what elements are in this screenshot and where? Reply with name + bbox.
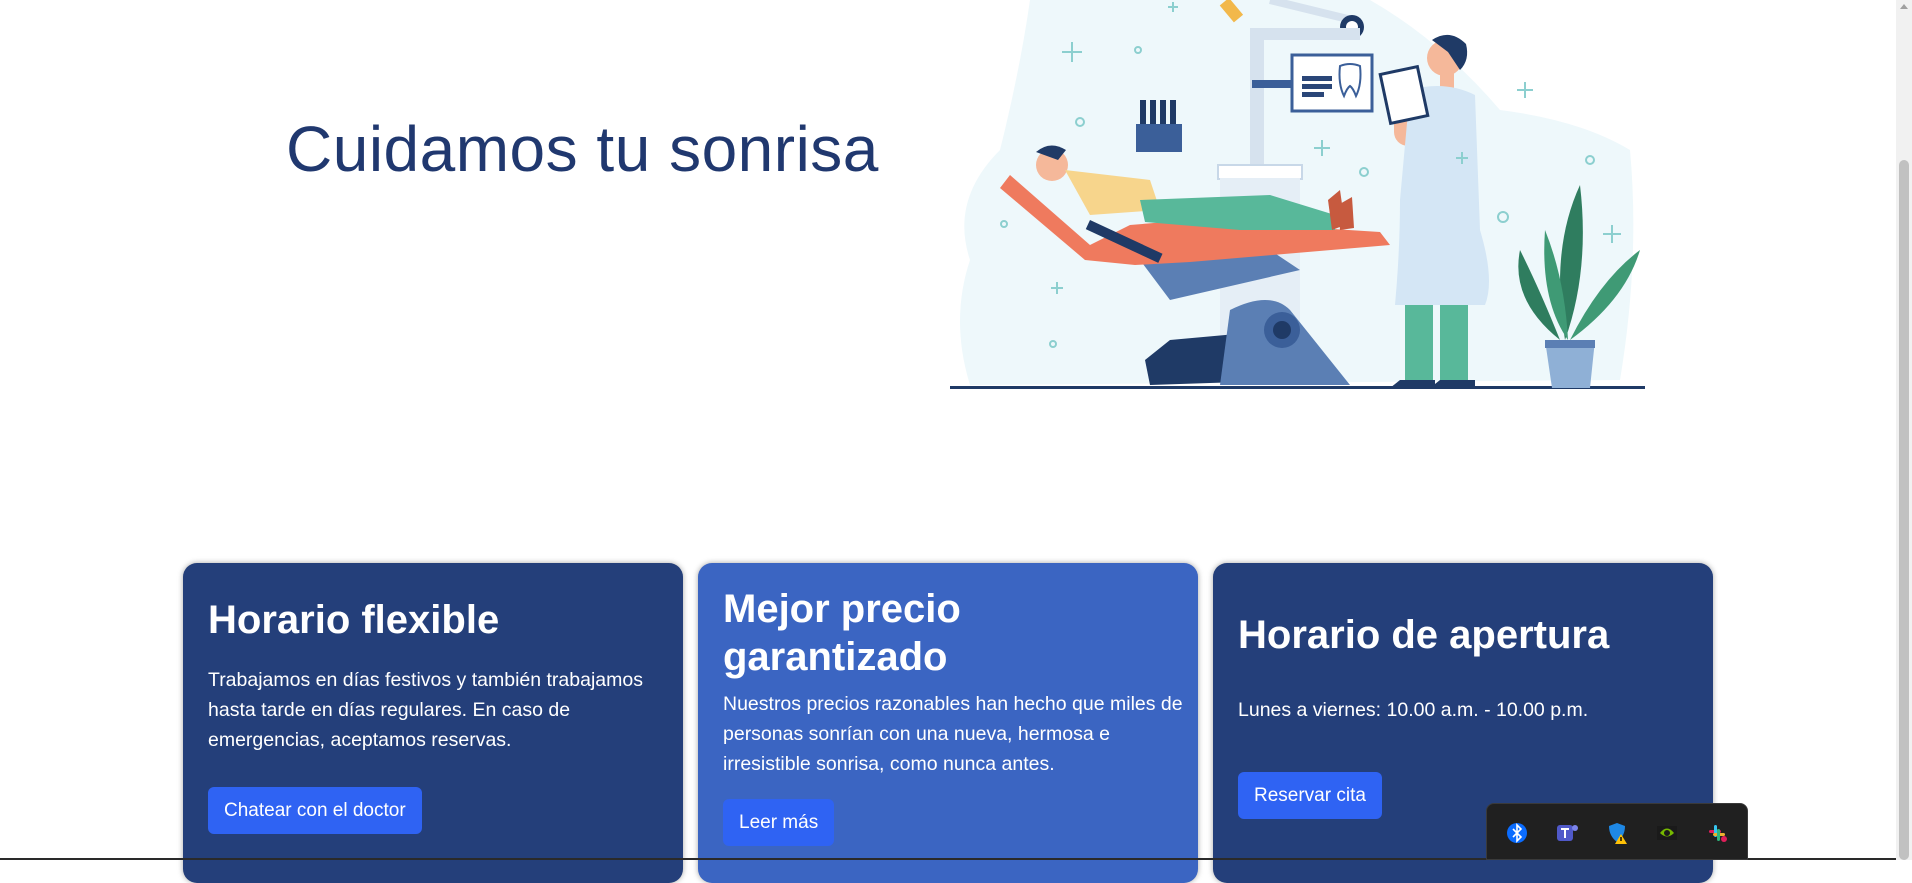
dentist-illustration xyxy=(950,0,1645,389)
scrollbar-thumb[interactable] xyxy=(1899,160,1909,860)
card-title-line1: Mejor precio xyxy=(723,587,961,631)
nvidia-icon[interactable] xyxy=(1654,820,1680,846)
scroll-up-arrow-icon[interactable] xyxy=(1900,4,1908,9)
teams-icon[interactable] xyxy=(1554,820,1580,846)
card-text: Nuestros precios razonables han hecho qu… xyxy=(723,693,1183,775)
card-title-line2: garantizado xyxy=(723,635,948,679)
bluetooth-icon[interactable] xyxy=(1504,820,1530,846)
slack-icon[interactable] xyxy=(1704,820,1730,846)
read-more-button[interactable]: Leer más xyxy=(723,799,835,846)
system-tray-flyout xyxy=(1486,803,1748,860)
chat-doctor-button[interactable]: Chatear con el doctor xyxy=(208,787,422,834)
card-best-price: Mejor precio garantizado Nuestros precio… xyxy=(698,563,1198,883)
card-title: Horario flexible xyxy=(208,598,500,642)
defender-warning-icon[interactable] xyxy=(1604,820,1630,846)
card-title: Horario de apertura xyxy=(1238,613,1610,657)
card-flexible-hours: Horario flexible Trabajamos en días fest… xyxy=(183,563,683,883)
scrollbar[interactable] xyxy=(1896,0,1912,860)
card-text: Lunes a viernes: 10.00 a.m. - 10.00 p.m. xyxy=(1238,699,1589,721)
hero-title: Cuidamos tu sonrisa xyxy=(286,113,879,185)
card-title: Mejor precio garantizado xyxy=(723,585,961,681)
card-text: Trabajamos en días festivos y también tr… xyxy=(208,669,643,751)
book-appointment-button[interactable]: Reservar cita xyxy=(1238,772,1382,819)
